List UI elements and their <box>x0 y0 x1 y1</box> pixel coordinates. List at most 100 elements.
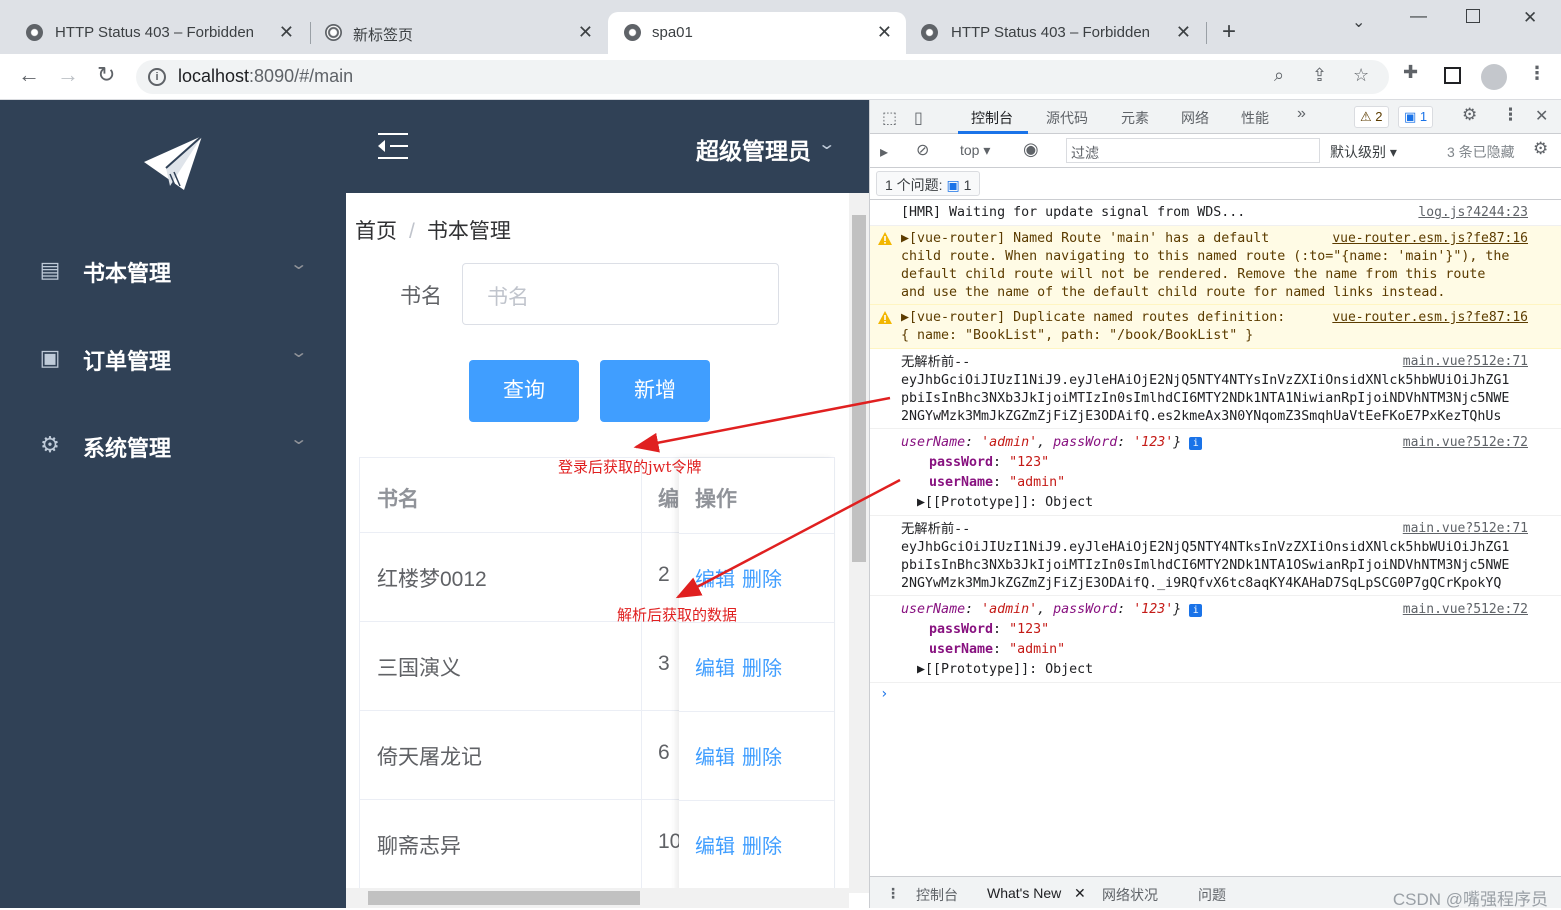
console-warning: ▶[vue-router] Duplicate named routes def… <box>870 305 1561 349</box>
issue-count-badge[interactable]: ▣ 1 <box>1398 106 1434 128</box>
console-settings-icon[interactable]: ⚙ <box>1533 139 1548 159</box>
close-icon[interactable]: ✕ <box>877 22 892 43</box>
sidebar-item-orders[interactable]: ▣ 订单管理 ⌄ <box>0 328 346 388</box>
delete-link[interactable]: 删除 <box>742 652 782 681</box>
info-icon: i <box>1189 437 1203 450</box>
close-icon[interactable]: ✕ <box>1176 22 1191 43</box>
log-levels-dropdown[interactable]: 默认级别 ▾ <box>1330 142 1397 162</box>
delete-link[interactable]: 删除 <box>742 563 782 592</box>
chevron-down-icon[interactable]: ⌄ <box>817 134 836 154</box>
maximize-icon[interactable] <box>1466 9 1480 23</box>
extensions-icon[interactable]: ✚ <box>1403 62 1418 83</box>
edit-link[interactable]: 编辑 <box>695 563 735 592</box>
inspect-icon[interactable]: ⬚ <box>882 108 897 128</box>
close-devtools-icon[interactable]: ✕ <box>1535 106 1548 126</box>
side-panel-icon[interactable] <box>1444 67 1461 84</box>
share-icon[interactable]: ⇪ <box>1312 65 1327 86</box>
sidebar-toggle-icon[interactable]: ▸ <box>880 142 888 162</box>
tab-title: 新标签页 <box>353 27 414 44</box>
close-icon[interactable]: ✕ <box>578 22 593 43</box>
forward-icon[interactable]: → <box>57 62 79 88</box>
close-icon[interactable]: ✕ <box>1074 885 1086 902</box>
issues-button[interactable]: 1 个问题: ▣ 1 <box>876 171 981 196</box>
source-link[interactable]: main.vue?512e:71 <box>1403 353 1528 371</box>
back-icon[interactable]: ← <box>18 62 40 88</box>
browser-tab-active[interactable]: spa01 ✕ <box>608 12 906 54</box>
globe-icon <box>921 24 938 41</box>
console-object[interactable]: ▼{userName: 'admin', passWord: '123'} i … <box>870 429 1561 516</box>
vertical-scrollbar[interactable] <box>849 193 869 893</box>
star-icon[interactable]: ☆ <box>1353 65 1369 86</box>
drawer-tab-issues[interactable]: 问题 <box>1198 885 1226 905</box>
source-link[interactable]: main.vue?512e:72 <box>1403 433 1528 453</box>
sidebar-item-system[interactable]: ⚙ 系统管理 ⌄ <box>0 415 346 475</box>
minimize-icon[interactable]: — <box>1410 6 1427 26</box>
cell-name: 聊斋志异 <box>377 835 461 858</box>
drawer-tab-whats-new[interactable]: What's New <box>987 885 1061 901</box>
source-link[interactable]: main.vue?512e:72 <box>1403 600 1528 620</box>
new-tab-icon[interactable]: + <box>1222 18 1236 46</box>
source-link[interactable]: log.js?4244:23 <box>1418 204 1528 222</box>
tab-console[interactable]: 控制台 <box>971 108 1013 128</box>
warning-count-badge[interactable]: ⚠ 2 <box>1354 106 1389 128</box>
devtools-panel: ⬚ ▯ 控制台 源代码 元素 网络 性能 » ⚠ 2 ▣ 1 ⚙ ⋮ ✕ ▸ ⊘… <box>869 100 1561 909</box>
edit-link[interactable]: 编辑 <box>695 830 735 859</box>
console-filter-input[interactable]: 过滤 <box>1066 138 1320 163</box>
tab-sources[interactable]: 源代码 <box>1046 108 1088 128</box>
drawer-tab-network-conditions[interactable]: 网络状况 <box>1102 885 1158 905</box>
globe-icon <box>624 24 641 41</box>
sidebar-item-books[interactable]: ▤ 书本管理 ⌄ <box>0 240 346 300</box>
chevron-down-icon[interactable]: ⌄ <box>1352 12 1365 32</box>
edit-link[interactable]: 编辑 <box>695 741 735 770</box>
info-icon[interactable]: i <box>148 68 166 86</box>
tab-performance[interactable]: 性能 <box>1241 108 1269 128</box>
close-icon[interactable]: ✕ <box>279 22 294 43</box>
source-link[interactable]: vue-router.esm.js?fe87:16 <box>1332 309 1528 327</box>
delete-link[interactable]: 删除 <box>742 830 782 859</box>
user-dropdown[interactable]: 超级管理员 <box>696 132 811 166</box>
book-name-input[interactable]: 书名 <box>462 263 779 325</box>
add-button[interactable]: 新增 <box>600 360 710 422</box>
context-selector[interactable]: top ▾ <box>960 142 990 159</box>
horizontal-scrollbar[interactable] <box>346 888 849 908</box>
settings-gear-icon[interactable]: ⚙ <box>1462 105 1477 125</box>
globe-icon <box>26 24 43 41</box>
query-button[interactable]: 查询 <box>469 360 579 422</box>
browser-tab[interactable]: 新标签页 ✕ <box>311 12 607 54</box>
top-header: 超级管理员 ⌄ <box>346 100 869 193</box>
cell-id: 10 <box>658 830 682 853</box>
source-link[interactable]: main.vue?512e:71 <box>1403 520 1528 538</box>
cell-name: 倚天屠龙记 <box>377 746 482 769</box>
sidebar-item-label: 系统管理 <box>83 436 172 461</box>
device-toggle-icon[interactable]: ▯ <box>914 108 923 128</box>
column-header-name: 书名 <box>377 488 419 511</box>
breadcrumb-home[interactable]: 首页 <box>355 220 397 243</box>
source-link[interactable]: vue-router.esm.js?fe87:16 <box>1332 230 1528 248</box>
address-bar[interactable]: i localhost:8090/#/main ⌕ ⇪ ☆ <box>136 60 1389 94</box>
console-prompt[interactable]: › <box>880 686 888 702</box>
drawer-tab-console[interactable]: 控制台 <box>916 885 958 905</box>
chrome-icon <box>325 24 342 41</box>
more-icon[interactable]: ⋮ <box>1528 63 1546 84</box>
drawer-menu-icon[interactable]: ⋮ <box>886 885 900 902</box>
browser-tab[interactable]: HTTP Status 403 – Forbidden ✕ <box>907 12 1205 54</box>
devtools-drawer-tabs: ⋮ 控制台 What's New ✕ 网络状况 问题 CSDN @嘴强程序员 <box>870 876 1561 909</box>
browser-tab[interactable]: HTTP Status 403 – Forbidden ✕ <box>10 12 308 54</box>
more-icon[interactable]: ⋮ <box>1502 105 1519 125</box>
more-tabs-icon[interactable]: » <box>1297 105 1306 123</box>
tab-elements[interactable]: 元素 <box>1121 108 1149 128</box>
eye-icon[interactable]: ◉ <box>1023 139 1039 160</box>
url-text[interactable]: localhost:8090/#/main <box>178 66 353 87</box>
zoom-icon[interactable]: ⌕ <box>1274 65 1284 86</box>
menu-collapse-icon[interactable] <box>378 131 408 161</box>
console-object[interactable]: ▼{userName: 'admin', passWord: '123'} i … <box>870 596 1561 683</box>
close-window-icon[interactable]: ✕ <box>1523 8 1537 28</box>
tab-network[interactable]: 网络 <box>1181 108 1209 128</box>
edit-link[interactable]: 编辑 <box>695 652 735 681</box>
reload-icon[interactable]: ↻ <box>97 62 115 88</box>
avatar[interactable] <box>1481 64 1507 90</box>
clear-console-icon[interactable]: ⊘ <box>916 140 929 160</box>
tab-title: spa01 <box>652 24 693 41</box>
gear-icon: ⚙ <box>40 432 60 457</box>
delete-link[interactable]: 删除 <box>742 741 782 770</box>
